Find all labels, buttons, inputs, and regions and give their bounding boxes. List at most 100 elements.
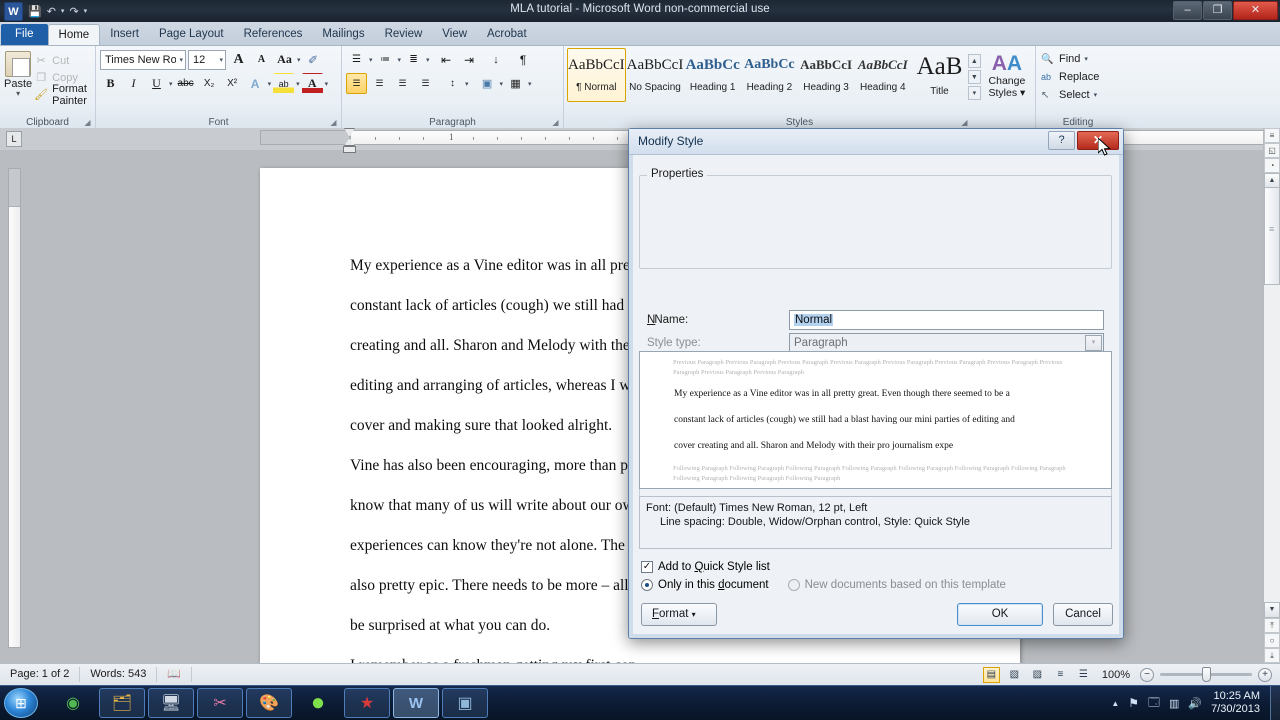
network-icon[interactable]: ▥ xyxy=(1169,697,1179,710)
clipboard-dialog-launcher-icon[interactable]: ◢ xyxy=(83,118,92,127)
page-thumbnail-icon[interactable]: ◱ xyxy=(1264,143,1280,158)
italic-button[interactable]: I xyxy=(123,73,144,94)
change-case-dropdown-icon[interactable]: ▾ xyxy=(297,56,301,64)
taskbar-snipping-tool-icon[interactable]: ✂ xyxy=(197,688,243,718)
style-heading-4[interactable]: AaBbCcI Heading 4 xyxy=(854,48,911,102)
subscript-button[interactable]: X₂ xyxy=(199,73,220,94)
proofing-errors-icon[interactable]: 📖 xyxy=(157,667,193,682)
change-styles-button[interactable]: AA Change Styles ▾ xyxy=(981,48,1033,102)
zoom-slider[interactable] xyxy=(1160,667,1252,682)
shrink-font-button[interactable]: A xyxy=(251,49,272,70)
zoom-level-label[interactable]: 100% xyxy=(1098,669,1134,681)
strikethrough-button[interactable]: abc xyxy=(175,73,197,94)
taskbar-word-icon[interactable]: W xyxy=(393,688,439,718)
font-name-combo[interactable]: Times New Rom ▾ xyxy=(100,49,186,70)
dialog-help-button[interactable]: ? xyxy=(1048,131,1075,150)
full-screen-reading-view-button[interactable]: ▧ xyxy=(1006,667,1023,683)
format-painter-button[interactable]: 🖌 Format Painter xyxy=(32,83,91,107)
left-indent-marker[interactable] xyxy=(343,146,356,153)
clear-formatting-icon[interactable]: ✐ xyxy=(303,49,324,70)
paste-dropdown-icon[interactable]: ▾ xyxy=(4,90,32,98)
scroll-down-button[interactable]: ▼ xyxy=(1264,602,1280,618)
borders-dropdown-icon[interactable]: ▾ xyxy=(528,80,532,88)
justify-button[interactable]: ☰ xyxy=(415,73,436,94)
styles-scroll-up-icon[interactable]: ▲ xyxy=(967,54,981,68)
grow-font-button[interactable]: A xyxy=(228,49,249,70)
paste-button[interactable]: Paste ▾ xyxy=(4,49,32,103)
multilevel-dropdown-icon[interactable]: ▾ xyxy=(426,56,430,64)
decrease-indent-icon[interactable]: ⇤ xyxy=(436,49,457,70)
styles-scroll-down-icon[interactable]: ▼ xyxy=(967,70,981,84)
scrollbar-thumb[interactable] xyxy=(1264,187,1280,285)
font-dialog-launcher-icon[interactable]: ◢ xyxy=(329,118,338,127)
bullets-icon[interactable]: ☰ xyxy=(346,49,367,70)
font-name-dropdown-icon[interactable]: ▾ xyxy=(176,56,183,64)
text-effects-dropdown-icon[interactable]: ▾ xyxy=(268,80,272,88)
minimize-button[interactable]: – xyxy=(1173,1,1202,20)
dialog-close-button[interactable]: ✕ xyxy=(1077,131,1119,150)
tab-page-layout[interactable]: Page Layout xyxy=(149,24,234,45)
style-heading-2[interactable]: AaBbCc Heading 2 xyxy=(741,48,798,102)
tab-review[interactable]: Review xyxy=(375,24,433,45)
next-page-icon[interactable]: ⤓ xyxy=(1264,648,1280,663)
close-button[interactable]: ✕ xyxy=(1233,1,1278,20)
style-type-dropdown-icon[interactable]: ▾ xyxy=(1085,335,1102,351)
style-heading-1[interactable]: AaBbCс Heading 1 xyxy=(684,48,741,102)
zoom-slider-thumb[interactable] xyxy=(1202,667,1211,682)
taskbar-paint-icon[interactable]: 🎨 xyxy=(246,688,292,718)
styles-more-icon[interactable]: ▾ xyxy=(967,86,981,100)
add-quick-style-row[interactable]: ✓ Add to Quick Style list xyxy=(641,561,770,573)
underline-button[interactable]: U xyxy=(146,73,167,94)
only-this-document-radio[interactable] xyxy=(641,579,653,591)
tab-file[interactable]: File xyxy=(1,24,48,45)
replace-button[interactable]: ab Replace xyxy=(1041,68,1117,86)
vertical-scrollbar[interactable]: ≡ ◱ ◔ ▲ ▼ ⤒ ○ ⤓ xyxy=(1263,128,1280,663)
multilevel-list-icon[interactable]: ≣ xyxy=(403,49,424,70)
paragraph-dialog-launcher-icon[interactable]: ◢ xyxy=(551,118,560,127)
style-title[interactable]: AaB Title xyxy=(911,48,968,102)
show-hidden-icons-icon[interactable]: ▲ xyxy=(1111,699,1119,708)
highlight-dropdown-icon[interactable]: ▾ xyxy=(296,80,300,88)
flag-icon[interactable]: ⚑ xyxy=(1128,696,1139,710)
change-case-button[interactable]: Aa xyxy=(274,49,295,70)
align-center-button[interactable]: ☰ xyxy=(369,73,390,94)
tab-acrobat[interactable]: Acrobat xyxy=(477,24,537,45)
numbering-dropdown-icon[interactable]: ▾ xyxy=(398,56,402,64)
volume-icon[interactable]: 🔊 xyxy=(1188,697,1202,710)
select-button[interactable]: ↖ Select ▾ xyxy=(1041,86,1117,104)
taskbar-photo-viewer-icon[interactable]: ▣ xyxy=(442,688,488,718)
increase-indent-icon[interactable]: ⇥ xyxy=(459,49,480,70)
taskbar-computer-icon[interactable]: 🖥 xyxy=(148,688,194,718)
cut-button[interactable]: ✂ Cut xyxy=(32,52,91,69)
style-no-spacing[interactable]: AaBbCcI No Spacing xyxy=(626,48,685,102)
ruler-toggle-icon[interactable]: ◔ xyxy=(1264,158,1280,173)
font-size-combo[interactable]: 12 ▾ xyxy=(188,49,226,70)
align-left-button[interactable]: ☰ xyxy=(346,73,367,94)
text-effects-icon[interactable]: A xyxy=(245,73,266,94)
previous-page-icon[interactable]: ⤒ xyxy=(1264,618,1280,633)
show-desktop-button[interactable] xyxy=(1270,685,1280,720)
style-type-select[interactable]: Paragraph ▾ xyxy=(789,333,1104,353)
add-quick-style-checkbox[interactable]: ✓ xyxy=(641,561,653,573)
tab-home[interactable]: Home xyxy=(47,24,101,45)
line-spacing-icon[interactable]: ↕ xyxy=(442,73,463,94)
tab-stop-selector[interactable]: L xyxy=(6,131,22,147)
font-color-icon[interactable]: A xyxy=(301,73,323,94)
select-browse-object-icon[interactable]: ○ xyxy=(1264,633,1280,648)
font-color-dropdown-icon[interactable]: ▾ xyxy=(325,80,329,88)
draft-view-button[interactable]: ☰ xyxy=(1075,667,1092,683)
new-documents-radio[interactable] xyxy=(787,579,800,591)
highlight-icon[interactable]: ab xyxy=(273,73,295,94)
tab-view[interactable]: View xyxy=(432,24,477,45)
ok-button[interactable]: OK xyxy=(957,603,1043,626)
select-dropdown-icon[interactable]: ▾ xyxy=(1094,91,1098,99)
zoom-out-button[interactable]: − xyxy=(1140,667,1154,682)
dialog-title-bar[interactable]: Modify Style ? ✕ xyxy=(629,129,1123,155)
maximize-button[interactable]: ❐ xyxy=(1203,1,1232,20)
tab-mailings[interactable]: Mailings xyxy=(312,24,374,45)
sort-icon[interactable]: ↓ xyxy=(486,49,507,70)
tab-references[interactable]: References xyxy=(234,24,313,45)
line-spacing-dropdown-icon[interactable]: ▾ xyxy=(465,80,469,88)
align-right-button[interactable]: ☰ xyxy=(392,73,413,94)
clock[interactable]: 10:25 AM 7/30/2013 xyxy=(1211,690,1260,716)
